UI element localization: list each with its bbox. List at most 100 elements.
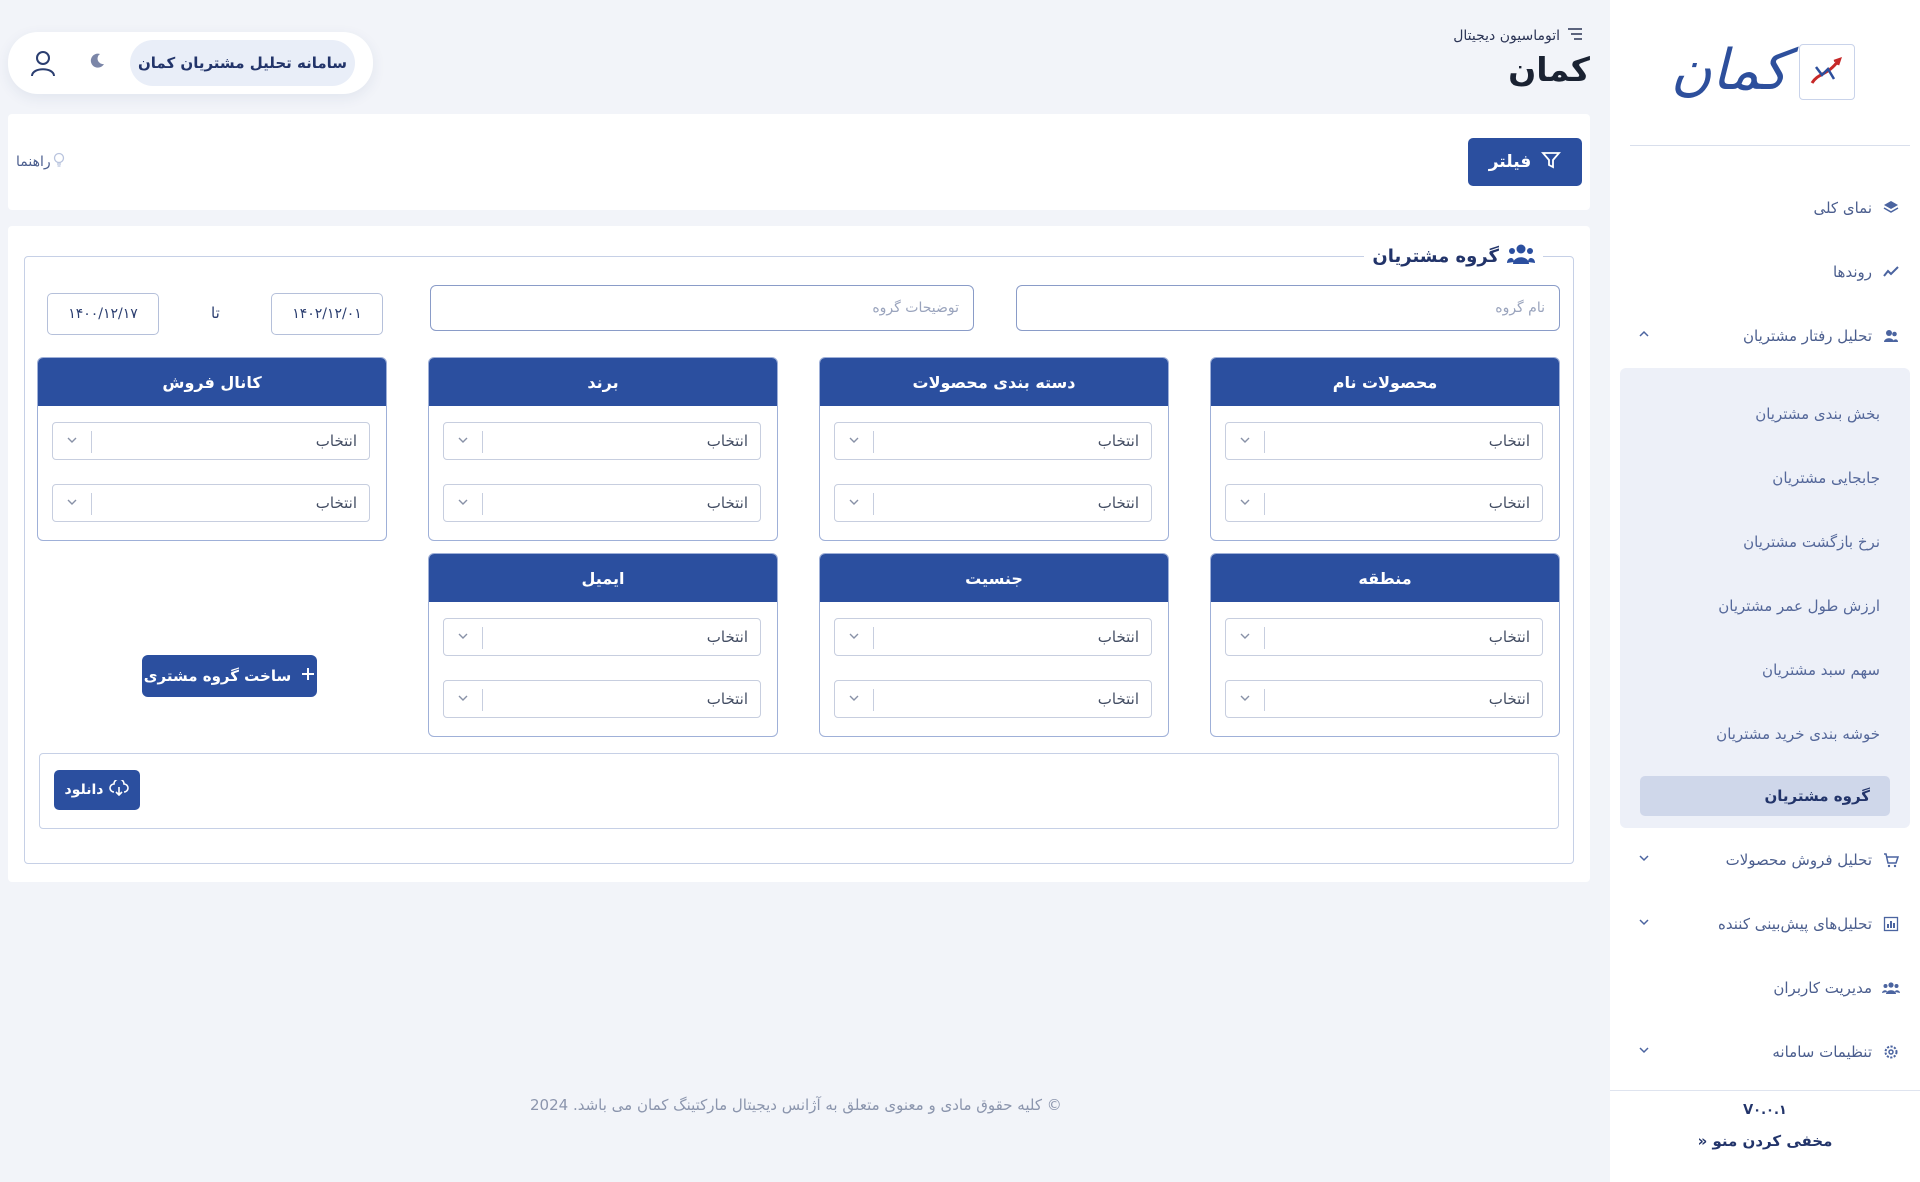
select-value: انتخاب — [315, 494, 357, 512]
filter-panel-email: ایمیل انتخاب انتخاب — [428, 553, 778, 737]
select-value: انتخاب — [315, 432, 357, 450]
breadcrumb-label: اتوماسیون دیجیتال — [1453, 28, 1560, 44]
create-customer-group-button[interactable]: ساخت گروه مشتری — [142, 655, 317, 697]
chevron-down-icon — [1240, 437, 1250, 443]
sidebar-item-settings[interactable]: تنظیمات سامانه — [1610, 1020, 1920, 1084]
select-value: انتخاب — [1488, 628, 1530, 646]
region-select-2[interactable]: انتخاب — [1225, 680, 1543, 718]
gear-icon — [1882, 1043, 1900, 1061]
guide-link[interactable]: راهنما — [16, 152, 65, 172]
sidebar-item-customer-behavior[interactable]: تحلیل رفتار مشتریان — [1610, 304, 1920, 368]
sidebar-subitem-lifetime-value[interactable]: ارزش طول عمر مشتریان — [1620, 574, 1910, 638]
sidebar-item-predictive[interactable]: تحلیل‌های پیش‌بینی کننده — [1610, 892, 1920, 956]
brand-select-1[interactable]: انتخاب — [443, 422, 761, 460]
date-from-field[interactable]: ۱۴۰۲/۱۲/۰۱ — [271, 293, 383, 335]
date-to-field[interactable]: ۱۴۰۰/۱۲/۱۷ — [47, 293, 159, 335]
chevron-down-icon — [458, 695, 468, 701]
sidebar-item-label: روندها — [1832, 263, 1872, 281]
select-value: انتخاب — [706, 690, 748, 708]
users-icon — [1882, 327, 1900, 345]
select-value: انتخاب — [1488, 432, 1530, 450]
select-value: انتخاب — [1097, 494, 1139, 512]
select-divider — [482, 689, 483, 711]
sidebar-item-label: تحلیل رفتار مشتریان — [1743, 327, 1872, 345]
double-chevron-left-icon: « — [1697, 1132, 1708, 1150]
logo-area: کمان — [1630, 0, 1910, 146]
chart-icon — [1882, 915, 1900, 933]
chevron-down-icon — [1638, 916, 1650, 932]
sidebar-item-label: تحلیل فروش محصولات — [1725, 851, 1872, 869]
cloud-download-icon — [109, 778, 130, 800]
sidebar-item-label: مدیریت کاربران — [1773, 979, 1872, 997]
select-divider — [873, 493, 874, 515]
dark-mode-icon[interactable] — [88, 52, 106, 75]
chevron-down-icon — [458, 499, 468, 505]
download-label: دانلود — [64, 782, 104, 798]
sidebar-item-label: تنظیمات سامانه — [1772, 1043, 1872, 1061]
customer-group-card: گروه مشتریان نام گروه توضیحات گروه ۱۴۰۲/… — [8, 226, 1590, 882]
filter-panel-gender: جنسیت انتخاب انتخاب — [819, 553, 1169, 737]
user-avatar-icon[interactable] — [26, 46, 60, 80]
menu-icon[interactable] — [1568, 28, 1582, 44]
sidebar-subitem-basket-share[interactable]: سهم سبد مشتریان — [1620, 638, 1910, 702]
brand-select-2[interactable]: انتخاب — [443, 484, 761, 522]
download-area: دانلود — [39, 753, 1559, 829]
gender-select-1[interactable]: انتخاب — [834, 618, 1152, 656]
chevron-down-icon — [849, 695, 859, 701]
product-category-select-2[interactable]: انتخاب — [834, 484, 1152, 522]
cart-icon — [1882, 851, 1900, 869]
filter-panel-region: منطقه انتخاب انتخاب — [1210, 553, 1560, 737]
chevron-down-icon — [1240, 499, 1250, 505]
email-select-1[interactable]: انتخاب — [443, 618, 761, 656]
copyright-footer: © کلیه حقوق مادی و معنوی متعلق به آژانس … — [530, 1096, 1062, 1114]
sidebar-item-label: تحلیل‌های پیش‌بینی کننده — [1718, 915, 1872, 933]
sidebar-subitem-return-rate[interactable]: نرخ بازگشت مشتریان — [1620, 510, 1910, 574]
region-select-1[interactable]: انتخاب — [1225, 618, 1543, 656]
sidebar-item-overview[interactable]: نمای کلی — [1610, 176, 1920, 240]
email-select-2[interactable]: انتخاب — [443, 680, 761, 718]
logo-wordmark: کمان — [1670, 38, 1788, 103]
team-icon — [1882, 979, 1900, 997]
hide-menu-button[interactable]: مخفی کردن منو « — [1610, 1132, 1920, 1150]
sidebar-item-user-management[interactable]: مدیریت کاربران — [1610, 956, 1920, 1020]
sidebar-subitem-customer-groups[interactable]: گروه مشتریان — [1640, 776, 1890, 816]
product-name-select-1[interactable]: انتخاب — [1225, 422, 1543, 460]
filter-label: فیلتر — [1488, 152, 1532, 172]
system-name-badge[interactable]: سامانه تحلیل مشتریان کمان — [130, 40, 355, 86]
select-divider — [1264, 431, 1265, 453]
sidebar-subitem-purchase-clustering[interactable]: خوشه بندی خرید مشتریان — [1620, 702, 1910, 766]
filter-button[interactable]: فیلتر — [1468, 138, 1582, 186]
select-value: انتخاب — [1488, 690, 1530, 708]
group-description-input[interactable]: توضیحات گروه — [430, 285, 974, 331]
chevron-down-icon — [67, 437, 77, 443]
sales-channel-select-1[interactable]: انتخاب — [52, 422, 370, 460]
select-divider — [1264, 689, 1265, 711]
guide-label: راهنما — [16, 154, 51, 170]
breadcrumb: اتوماسیون دیجیتال — [1453, 28, 1582, 44]
product-name-select-2[interactable]: انتخاب — [1225, 484, 1543, 522]
filter-icon — [1541, 150, 1562, 175]
layers-icon — [1882, 199, 1900, 217]
product-category-select-1[interactable]: انتخاب — [834, 422, 1152, 460]
sidebar-item-product-sales[interactable]: تحلیل فروش محصولات — [1610, 828, 1920, 892]
panel-header: محصولات نام — [1211, 358, 1559, 406]
filter-panel-sales-channel: کانال فروش انتخاب انتخاب — [37, 357, 387, 541]
select-value: انتخاب — [706, 432, 748, 450]
download-button[interactable]: دانلود — [54, 770, 140, 810]
sidebar-subitem-migration[interactable]: جابجایی مشتریان — [1620, 446, 1910, 510]
chevron-down-icon — [1638, 1044, 1650, 1060]
sidebar-item-trends[interactable]: روندها — [1610, 240, 1920, 304]
select-divider — [873, 689, 874, 711]
select-divider — [482, 493, 483, 515]
gender-select-2[interactable]: انتخاب — [834, 680, 1152, 718]
group-name-input[interactable]: نام گروه — [1016, 285, 1560, 331]
sidebar-subitem-segmentation[interactable]: بخش بندی مشتریان — [1620, 382, 1910, 446]
select-value: انتخاب — [1488, 494, 1530, 512]
select-divider — [1264, 493, 1265, 515]
sales-channel-select-2[interactable]: انتخاب — [52, 484, 370, 522]
sidebar-footer: V۰.۰.۱ مخفی کردن منو « — [1610, 1090, 1920, 1182]
top-user-bar: سامانه تحلیل مشتریان کمان — [8, 32, 373, 94]
lightbulb-icon — [53, 152, 65, 172]
app-version: V۰.۰.۱ — [1743, 1103, 1787, 1118]
select-value: انتخاب — [1097, 628, 1139, 646]
